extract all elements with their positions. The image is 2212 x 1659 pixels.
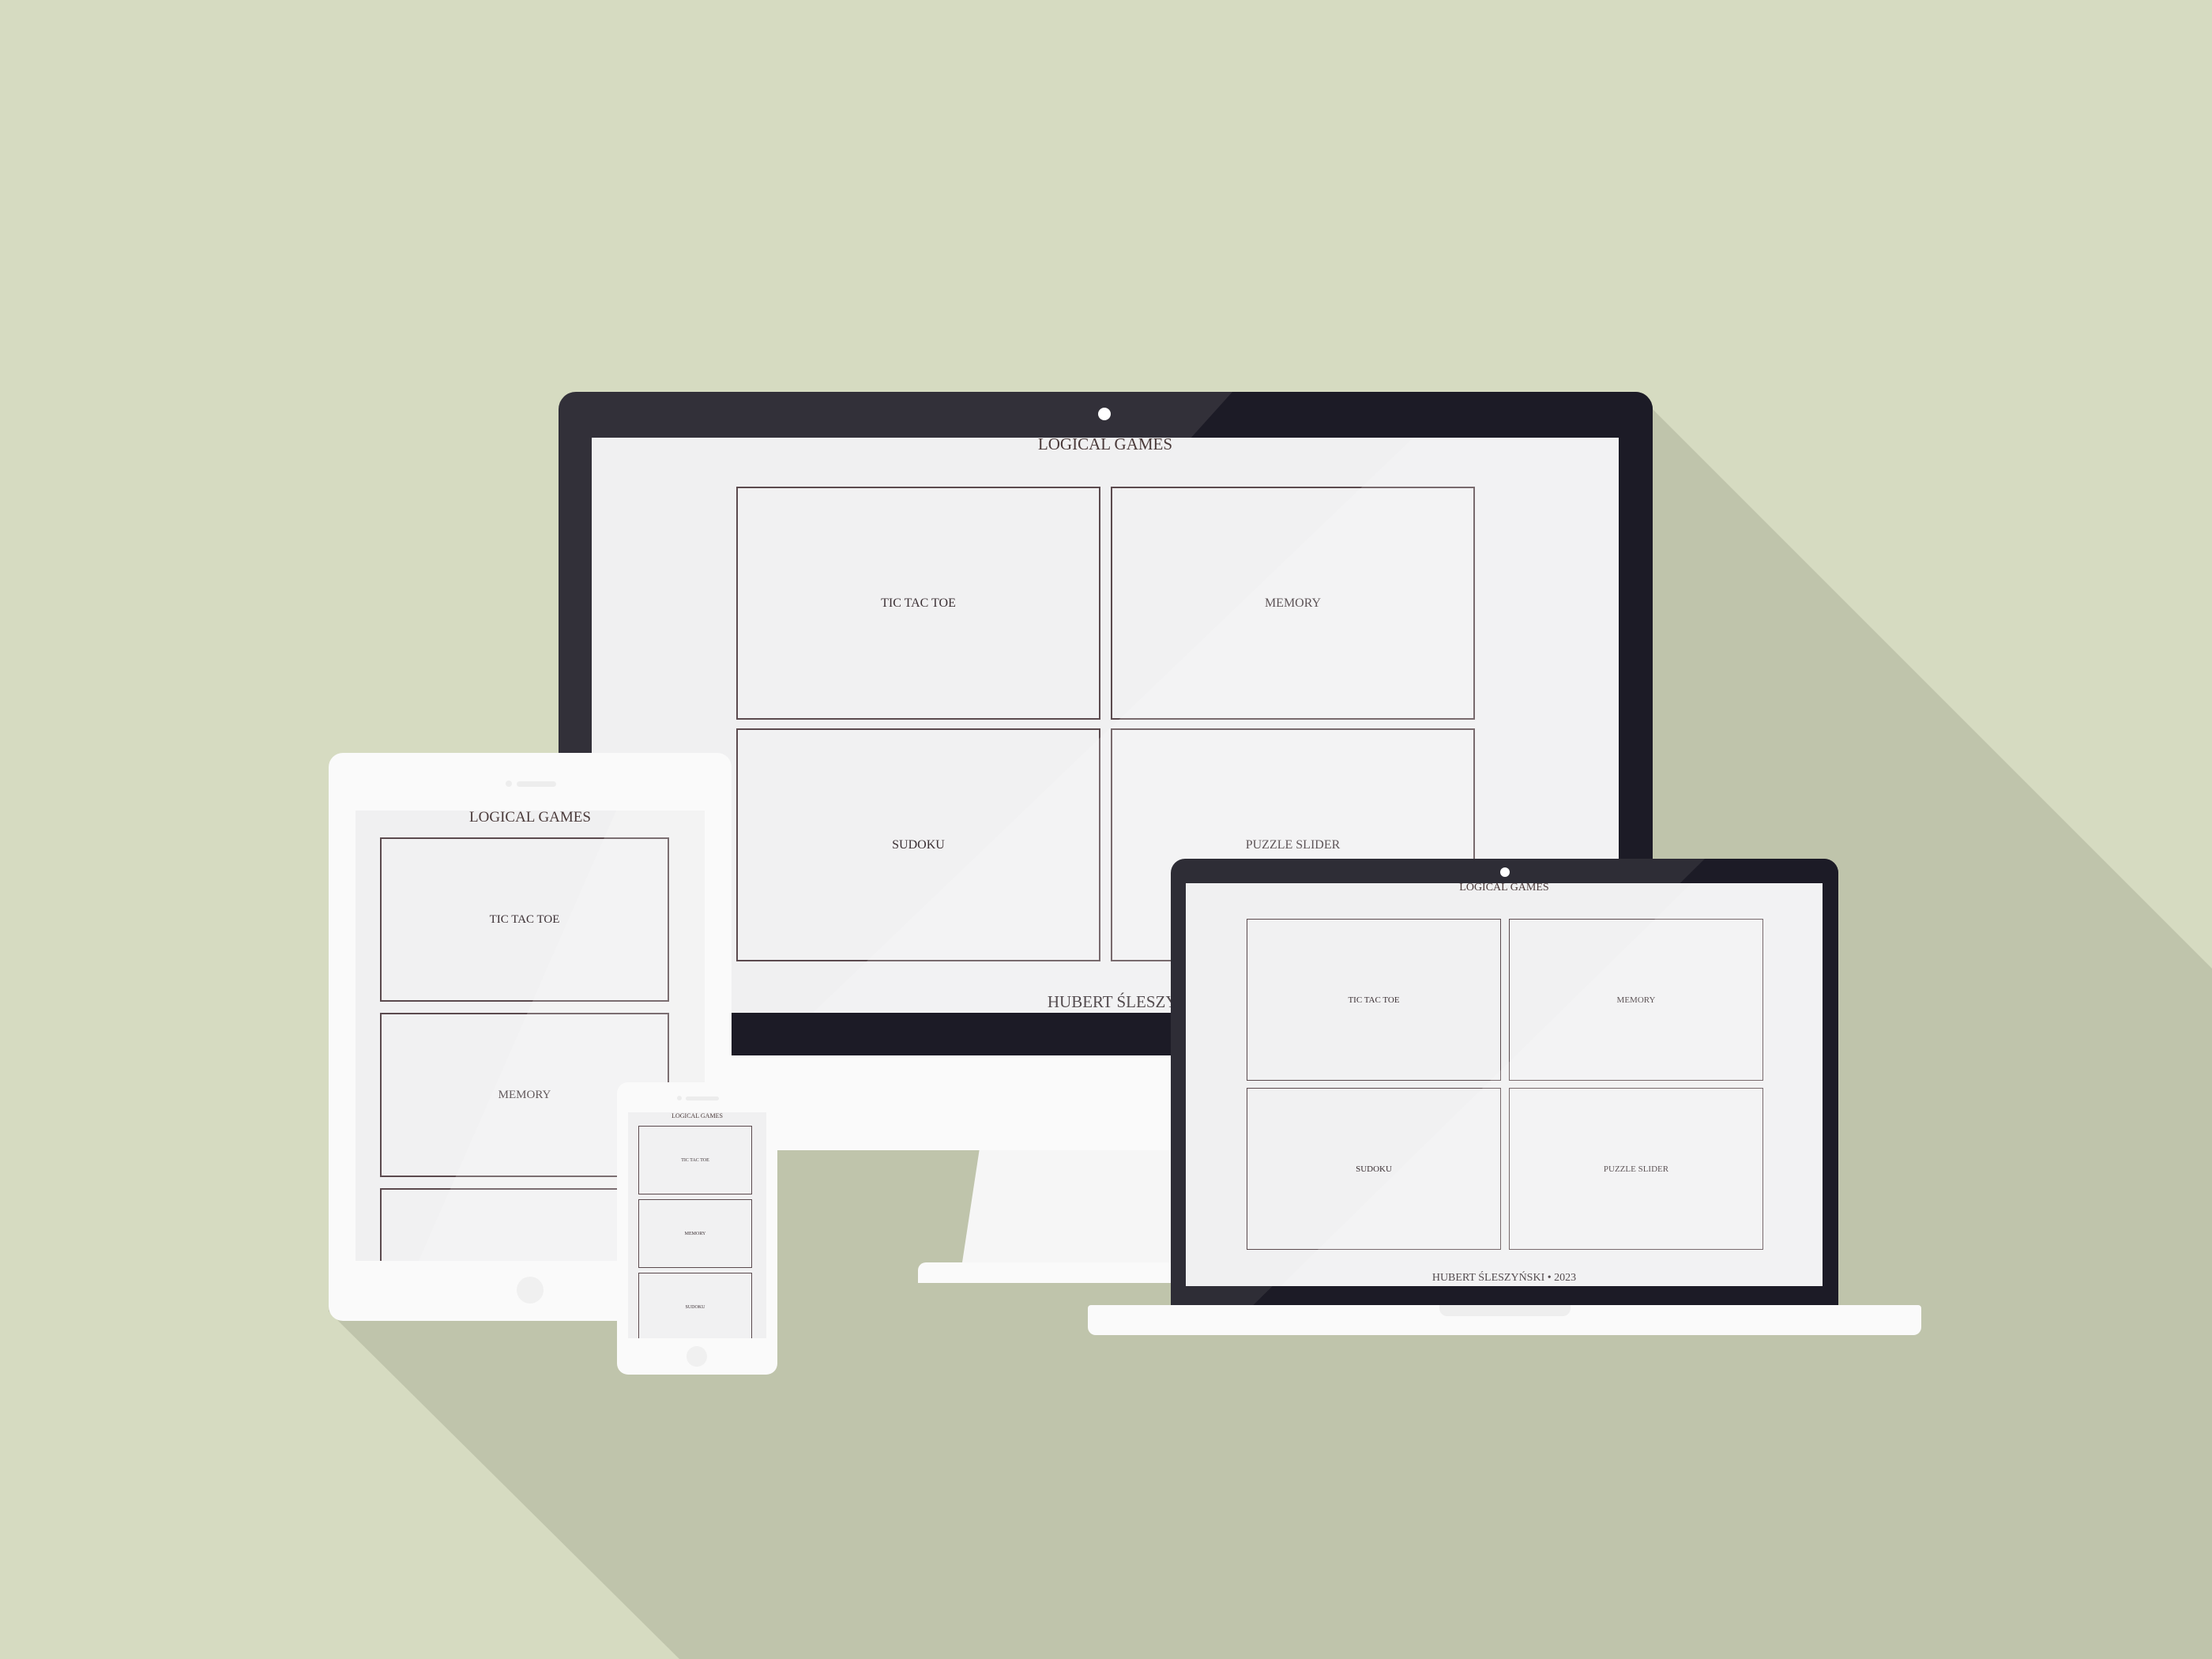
phone-screen: LOGICAL GAMES TIC TAC TOE MEMORY SUDOKU xyxy=(628,1112,766,1338)
tablet-camera-icon xyxy=(506,781,512,787)
game-card-memory[interactable]: MEMORY xyxy=(1111,487,1475,720)
game-card-tic-tac-toe[interactable]: TIC TAC TOE xyxy=(1247,919,1501,1081)
phone-speaker xyxy=(686,1097,719,1100)
page-title: LOGICAL GAMES xyxy=(672,1112,723,1119)
game-card-tic-tac-toe[interactable]: TIC TAC TOE xyxy=(736,487,1100,720)
phone-home-button[interactable] xyxy=(687,1346,707,1367)
page-title: LOGICAL GAMES xyxy=(1459,883,1549,893)
tablet-home-button[interactable] xyxy=(517,1277,544,1304)
game-card-tic-tac-toe[interactable]: TIC TAC TOE xyxy=(380,837,669,1002)
tablet-speaker xyxy=(517,781,556,787)
laptop-camera-icon xyxy=(1500,867,1510,877)
game-card-sudoku[interactable]: SUDOKU xyxy=(638,1273,752,1338)
monitor-camera-icon xyxy=(1098,408,1111,420)
laptop-screen: LOGICAL GAMES TIC TAC TOE MEMORY SUDOKU … xyxy=(1186,883,1823,1286)
page-footer: HUBERT ŚLESZYŃSKI • 2023 xyxy=(1431,1272,1577,1284)
page-title: LOGICAL GAMES xyxy=(1037,438,1173,453)
laptop-trackpad-notch xyxy=(1439,1305,1571,1316)
game-card-memory[interactable]: MEMORY xyxy=(638,1199,752,1268)
game-card-memory[interactable]: MEMORY xyxy=(1509,919,1763,1081)
game-card-puzzle-slider[interactable]: PUZZLE SLIDER xyxy=(1509,1088,1763,1250)
page-title: LOGICAL GAMES xyxy=(469,811,591,826)
game-card-sudoku[interactable]: SUDOKU xyxy=(1247,1088,1501,1250)
game-card-tic-tac-toe[interactable]: TIC TAC TOE xyxy=(638,1126,752,1194)
game-card-sudoku[interactable]: SUDOKU xyxy=(736,728,1100,961)
phone-camera-icon xyxy=(677,1096,682,1100)
